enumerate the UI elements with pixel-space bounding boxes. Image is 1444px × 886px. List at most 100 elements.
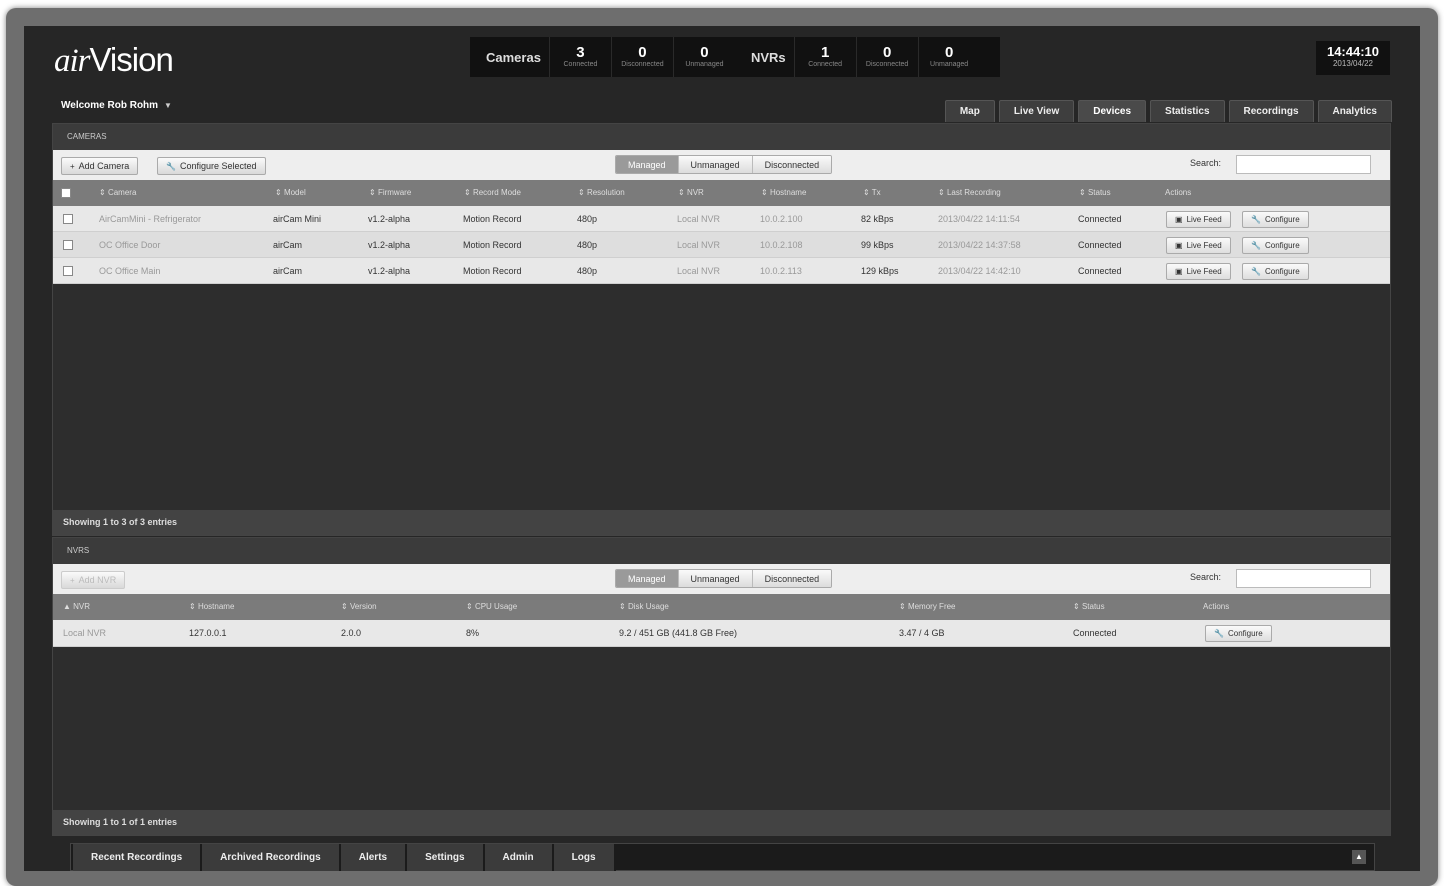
logo-script: air xyxy=(54,43,91,79)
col-memory-free[interactable]: ⇕ Memory Free xyxy=(899,594,956,620)
table-row[interactable]: OC Office Main airCam v1.2-alpha Motion … xyxy=(53,258,1390,284)
nvrs-table-header: ▲ NVR ⇕ Hostname ⇕ Version ⇕ CPU Usage ⇕… xyxy=(53,594,1390,620)
plus-icon: + xyxy=(70,162,75,171)
add-camera-button[interactable]: + Add Camera xyxy=(61,157,139,175)
cell-disk: 9.2 / 451 GB (441.8 GB Free) xyxy=(619,628,738,638)
tab-recent-recordings[interactable]: Recent Recordings xyxy=(73,844,203,871)
row-checkbox[interactable] xyxy=(63,266,73,276)
tab-map[interactable]: Map xyxy=(944,100,995,122)
select-all-checkbox[interactable] xyxy=(61,188,71,198)
stat-label: Connected xyxy=(563,61,598,68)
stat-value: 0 xyxy=(944,44,954,61)
button-label: Add NVR xyxy=(78,575,117,585)
cell-hostname: 10.0.2.113 xyxy=(760,266,802,276)
filter-managed[interactable]: Managed xyxy=(616,156,678,173)
col-version[interactable]: ⇕ Version xyxy=(341,594,377,620)
cameras-unmanaged-stat[interactable]: 0 Unmanaged xyxy=(672,37,735,77)
col-actions: Actions xyxy=(1165,188,1192,197)
cell-nvr: Local NVR xyxy=(63,628,107,638)
nvrs-section-header: NVRS xyxy=(53,538,1390,564)
row-checkbox[interactable] xyxy=(63,214,73,224)
col-status[interactable]: ⇕ Status xyxy=(1073,594,1105,620)
cell-resolution: 480p xyxy=(577,240,598,250)
nvrs-disconnected-stat[interactable]: 0 Disconnected xyxy=(855,37,918,77)
tab-live-view[interactable]: Live View xyxy=(998,100,1075,122)
cameras-disconnected-stat[interactable]: 0 Disconnected xyxy=(610,37,673,77)
filter-disconnected[interactable]: Disconnected xyxy=(751,156,832,173)
stat-label: Unmanaged xyxy=(930,61,969,68)
cell-camera: OC Office Main xyxy=(99,266,161,276)
filter-disconnected[interactable]: Disconnected xyxy=(751,570,832,587)
tab-alerts[interactable]: Alerts xyxy=(340,844,408,871)
nvrs-toolbar: + Add NVR Managed Unmanaged Disconnected … xyxy=(53,564,1390,594)
configure-button[interactable]: 🔧 Configure xyxy=(1242,211,1309,228)
wrench-icon: 🔧 xyxy=(1251,241,1261,250)
clock: 14:44:10 2013/04/22 xyxy=(1316,41,1390,75)
col-hostname[interactable]: ⇕ Hostname xyxy=(189,594,234,620)
nvrs-stat-label: NVRs xyxy=(750,49,786,65)
cell-status: Connected xyxy=(1078,240,1122,250)
nvrs-unmanaged-stat[interactable]: 0 Unmanaged xyxy=(917,37,980,77)
wrench-icon: 🔧 xyxy=(166,162,176,171)
add-nvr-button[interactable]: + Add NVR xyxy=(61,571,126,589)
col-camera[interactable]: ⇕ Camera xyxy=(99,180,136,206)
stat-label: Disconnected xyxy=(621,61,664,68)
table-row[interactable]: OC Office Door airCam v1.2-alpha Motion … xyxy=(53,232,1390,258)
col-nvr[interactable]: ⇕ NVR xyxy=(678,180,704,206)
cell-hostname: 10.0.2.100 xyxy=(760,214,803,224)
filter-managed[interactable]: Managed xyxy=(616,570,678,587)
tab-admin[interactable]: Admin xyxy=(484,844,554,871)
wrench-icon: 🔧 xyxy=(1251,215,1261,224)
tab-recordings[interactable]: Recordings xyxy=(1228,100,1314,122)
col-cpu-usage[interactable]: ⇕ CPU Usage xyxy=(466,594,517,620)
user-menu[interactable]: Welcome Rob Rohm ▼ xyxy=(61,100,172,111)
configure-selected-button[interactable]: 🔧 Configure Selected xyxy=(157,157,266,175)
tab-devices[interactable]: Devices xyxy=(1078,100,1147,122)
row-checkbox[interactable] xyxy=(63,240,73,250)
col-status[interactable]: ⇕ Status xyxy=(1079,180,1111,206)
configure-button[interactable]: 🔧 Configure xyxy=(1205,625,1272,642)
filter-unmanaged[interactable]: Unmanaged xyxy=(677,570,752,587)
cell-model: airCam Mini xyxy=(273,214,322,224)
configure-button[interactable]: 🔧 Configure xyxy=(1242,263,1309,280)
camera-search-input[interactable] xyxy=(1236,155,1371,174)
col-nvr[interactable]: ▲ NVR xyxy=(63,594,90,620)
plus-icon: + xyxy=(70,576,75,585)
live-feed-button[interactable]: ▣ Live Feed xyxy=(1166,263,1231,280)
col-resolution[interactable]: ⇕ Resolution xyxy=(578,180,625,206)
tab-settings[interactable]: Settings xyxy=(407,844,485,871)
clock-time: 14:44:10 xyxy=(1326,44,1380,59)
search-label: Search: xyxy=(1190,158,1222,168)
col-model[interactable]: ⇕ Model xyxy=(275,180,306,206)
col-hostname[interactable]: ⇕ Hostname xyxy=(761,180,806,206)
film-icon: ▣ xyxy=(1175,241,1183,250)
stat-label: Unmanaged xyxy=(685,61,724,68)
nvrs-connected-stat[interactable]: 1 Connected xyxy=(793,37,856,77)
tab-archived-recordings[interactable]: Archived Recordings xyxy=(202,844,341,871)
filter-unmanaged[interactable]: Unmanaged xyxy=(677,156,752,173)
cell-firmware: v1.2-alpha xyxy=(368,240,411,250)
cell-last-recording: 2013/04/22 14:11:54 xyxy=(938,214,1020,224)
cell-tx: 99 kBps xyxy=(861,240,894,250)
tab-analytics[interactable]: Analytics xyxy=(1317,100,1392,122)
live-feed-button[interactable]: ▣ Live Feed xyxy=(1166,211,1231,228)
cell-camera: AirCamMini - Refrigerator xyxy=(99,214,202,224)
col-firmware[interactable]: ⇕ Firmware xyxy=(369,180,411,206)
expand-panel-icon[interactable]: ▲ xyxy=(1352,850,1366,864)
col-record-mode[interactable]: ⇕ Record Mode xyxy=(464,180,521,206)
tab-logs[interactable]: Logs xyxy=(553,844,616,871)
col-tx[interactable]: ⇕ Tx xyxy=(863,180,881,206)
configure-button[interactable]: 🔧 Configure xyxy=(1242,237,1309,254)
live-feed-button[interactable]: ▣ Live Feed xyxy=(1166,237,1231,254)
table-row[interactable]: AirCamMini - Refrigerator airCam Mini v1… xyxy=(53,206,1390,232)
table-row[interactable]: Local NVR 127.0.0.1 2.0.0 8% 9.2 / 451 G… xyxy=(53,620,1390,647)
cell-record-mode: Motion Record xyxy=(463,240,522,250)
cell-resolution: 480p xyxy=(577,266,598,276)
cameras-section: CAMERAS + Add Camera 🔧 Configure Selected … xyxy=(52,123,1391,536)
tab-statistics[interactable]: Statistics xyxy=(1150,100,1225,122)
cameras-connected-stat[interactable]: 3 Connected xyxy=(548,37,611,77)
col-disk-usage[interactable]: ⇕ Disk Usage xyxy=(619,594,669,620)
nvr-filter-group: Managed Unmanaged Disconnected xyxy=(615,569,833,588)
col-last-recording[interactable]: ⇕ Last Recording xyxy=(938,180,1001,206)
nvr-search-input[interactable] xyxy=(1236,569,1371,588)
